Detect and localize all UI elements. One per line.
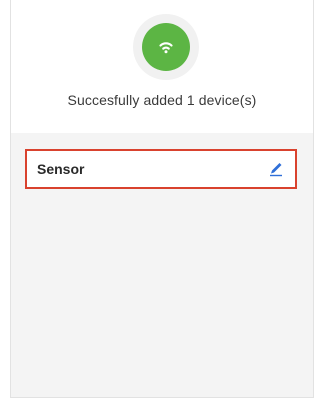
success-message: Succesfully added 1 device(s) — [67, 92, 257, 108]
device-name: Sensor — [37, 161, 85, 177]
add-device-result-screen: Succesfully added 1 device(s) Sensor — [10, 0, 314, 398]
pencil-icon[interactable] — [267, 160, 285, 178]
status-icon-halo — [133, 14, 199, 80]
device-list: Sensor — [11, 133, 313, 397]
device-row-sensor[interactable]: Sensor — [25, 149, 297, 189]
result-header: Succesfully added 1 device(s) — [11, 0, 313, 133]
wifi-icon — [142, 23, 190, 71]
